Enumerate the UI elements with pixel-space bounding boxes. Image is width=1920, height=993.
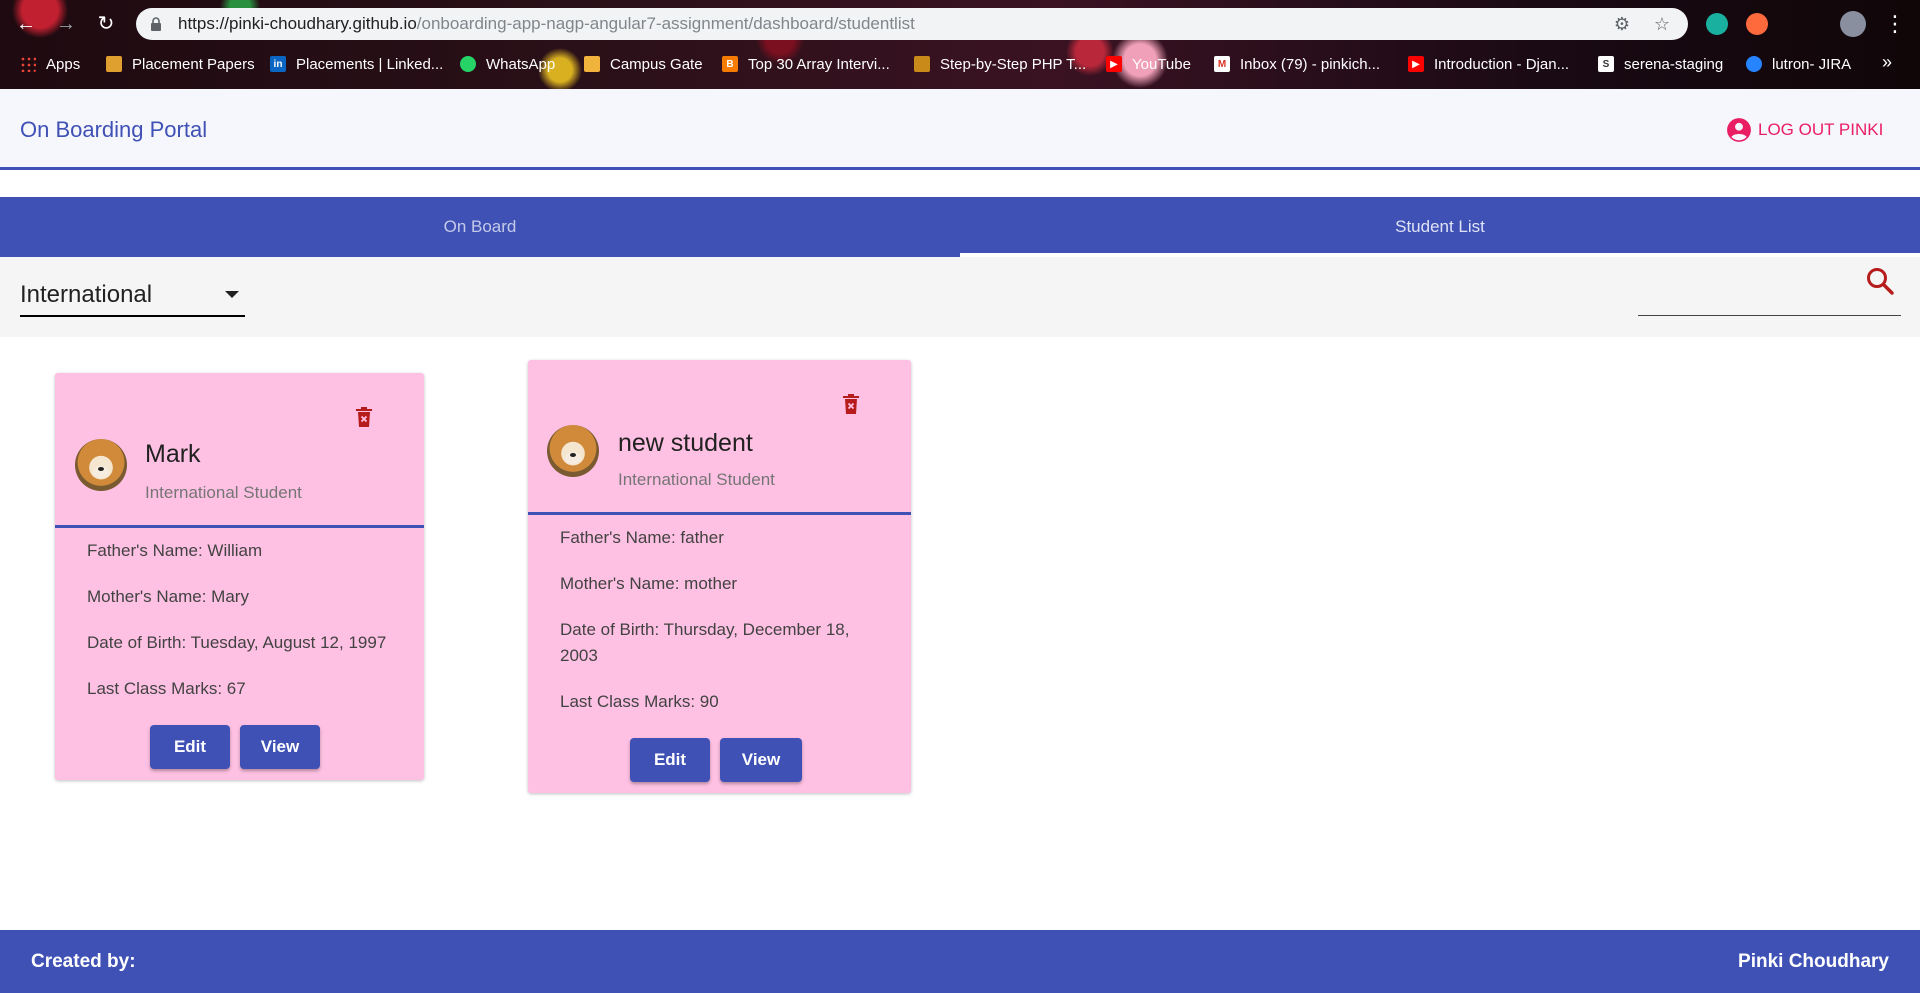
category-select-value: International: [20, 281, 153, 308]
view-button[interactable]: View: [720, 738, 802, 782]
whatsapp-icon: [460, 56, 476, 72]
bookmark-item[interactable]: in Placements | Linked...: [270, 48, 443, 80]
bookmark-label: Campus Gate: [610, 55, 703, 73]
mother-name: Mother's Name: Mary: [87, 587, 249, 606]
youtube-icon: ▶: [1408, 56, 1424, 72]
bookmark-label: lutron- JIRA: [1772, 55, 1852, 73]
bookmark-favicon-icon: S: [1598, 56, 1614, 72]
linkedin-icon: in: [270, 56, 286, 72]
url-path: /onboarding-app-nagp-angular7-assignment…: [416, 14, 915, 33]
bookmark-item[interactable]: ▶ Introduction - Djan...: [1408, 48, 1569, 80]
search-input[interactable]: [1638, 279, 1858, 309]
last-class-marks: Last Class Marks: 67: [87, 679, 246, 698]
date-of-birth: Date of Birth: Tuesday, August 12, 1997: [87, 633, 387, 652]
footer: Created by: Pinki Choudhary: [0, 930, 1920, 993]
bookmark-favicon-icon: [584, 56, 600, 72]
student-category: International Student: [618, 470, 775, 489]
bookmark-label: Placement Papers: [132, 55, 255, 73]
last-class-marks: Last Class Marks: 90: [560, 692, 719, 711]
browser-chrome: ← → ↻ https://pinki-choudhary.github.io/…: [0, 0, 1920, 89]
bookmark-label: Apps: [46, 55, 81, 73]
card-divider: [55, 525, 424, 528]
forward-arrow-icon[interactable]: →: [52, 10, 80, 38]
bookmark-label: Placements | Linked...: [296, 55, 444, 73]
bookmark-item[interactable]: WhatsApp: [460, 48, 555, 80]
back-arrow-icon[interactable]: ←: [12, 10, 40, 38]
bookmark-item[interactable]: Campus Gate: [584, 48, 703, 80]
student-category: International Student: [145, 483, 302, 502]
category-select[interactable]: International: [20, 273, 245, 317]
tab-on-board[interactable]: On Board: [0, 197, 960, 257]
address-bar[interactable]: https://pinki-choudhary.github.io/onboar…: [136, 8, 1688, 40]
jira-icon: [1746, 56, 1762, 72]
delete-icon[interactable]: [839, 392, 863, 416]
reload-icon[interactable]: ↻: [92, 10, 120, 38]
student-card: new student International Student Father…: [528, 360, 911, 793]
avatar: [75, 439, 127, 491]
bookmark-item[interactable]: Sserena-staging: [1598, 48, 1723, 80]
key-icon[interactable]: ⚙: [1612, 14, 1632, 34]
lock-icon: [151, 17, 161, 31]
footer-author: Pinki Choudhary: [1738, 951, 1889, 972]
student-card: Mark International Student Father's Name…: [55, 373, 424, 780]
student-name: new student: [618, 429, 753, 457]
tab-bar: On Board Student List: [0, 197, 1920, 257]
bookmark-favicon-icon: [106, 56, 122, 72]
app-header: On Boarding Portal LOG OUT PINKI: [0, 89, 1920, 170]
extension-icon[interactable]: [1706, 13, 1728, 35]
bookmark-favicon-icon: [914, 56, 930, 72]
bookmark-item[interactable]: lutron- JIRA: [1746, 48, 1851, 80]
filter-bar: International: [0, 257, 1920, 337]
father-name: Father's Name: father: [560, 528, 724, 547]
address-url: https://pinki-choudhary.github.io/onboar…: [178, 8, 915, 40]
logout-label: LOG OUT PINKI: [1758, 120, 1884, 139]
url-host: https://pinki-choudhary.github.io: [178, 14, 417, 33]
bookmark-label: Inbox (79) - pinkich...: [1240, 55, 1381, 73]
view-button[interactable]: View: [240, 725, 320, 769]
dropdown-arrow-icon: [225, 291, 239, 298]
bookmark-label: Introduction - Djan...: [1434, 55, 1570, 73]
bookmark-label: Step-by-Step PHP T...: [940, 55, 1087, 73]
blogger-icon: B: [722, 56, 738, 72]
bookmarks-bar: Apps Placement Papers in Placements | Lin…: [0, 48, 1920, 80]
star-icon[interactable]: ☆: [1652, 14, 1672, 34]
bookmark-item[interactable]: Apps: [20, 48, 80, 80]
app-title: On Boarding Portal: [20, 117, 208, 142]
bookmark-label: Top 30 Array Intervi...: [748, 55, 890, 73]
bookmark-item[interactable]: M Inbox (79) - pinkich...: [1214, 48, 1380, 80]
bookmark-label: WhatsApp: [486, 55, 556, 73]
avatar: [547, 425, 599, 477]
bookmarks-overflow-icon[interactable]: »: [1882, 52, 1892, 73]
bookmark-item[interactable]: Placement Papers: [106, 48, 255, 80]
search-icon[interactable]: [1864, 265, 1896, 297]
delete-icon[interactable]: [352, 405, 376, 429]
tab-student-list[interactable]: Student List: [960, 197, 1920, 257]
edit-button[interactable]: Edit: [630, 738, 710, 782]
card-divider: [528, 512, 911, 515]
logout-button[interactable]: LOG OUT PINKI: [1726, 116, 1883, 144]
footer-created-by: Created by:: [31, 951, 136, 972]
father-name: Father's Name: William: [87, 541, 263, 560]
profile-avatar[interactable]: [1840, 11, 1866, 37]
date-of-birth: Date of Birth: Thursday, December 18, 20…: [560, 620, 850, 665]
mother-name: Mother's Name: mother: [560, 574, 738, 593]
extension-icon[interactable]: [1746, 13, 1768, 35]
student-name: Mark: [145, 440, 201, 468]
apps-grid-icon: [20, 56, 36, 72]
search-field: [1638, 271, 1901, 316]
youtube-icon: ▶: [1106, 56, 1122, 72]
edit-button[interactable]: Edit: [150, 725, 230, 769]
bookmark-item[interactable]: Step-by-Step PHP T...: [914, 48, 1086, 80]
gmail-icon: M: [1214, 56, 1230, 72]
bookmark-label: serena-staging: [1624, 55, 1724, 73]
bookmark-item[interactable]: B Top 30 Array Intervi...: [722, 48, 890, 80]
account-circle-icon: [1727, 118, 1751, 142]
browser-menu-icon[interactable]: ⋮: [1884, 10, 1906, 38]
bookmark-item[interactable]: ▶ YouTube: [1106, 48, 1191, 80]
bookmark-label: YouTube: [1132, 55, 1191, 73]
